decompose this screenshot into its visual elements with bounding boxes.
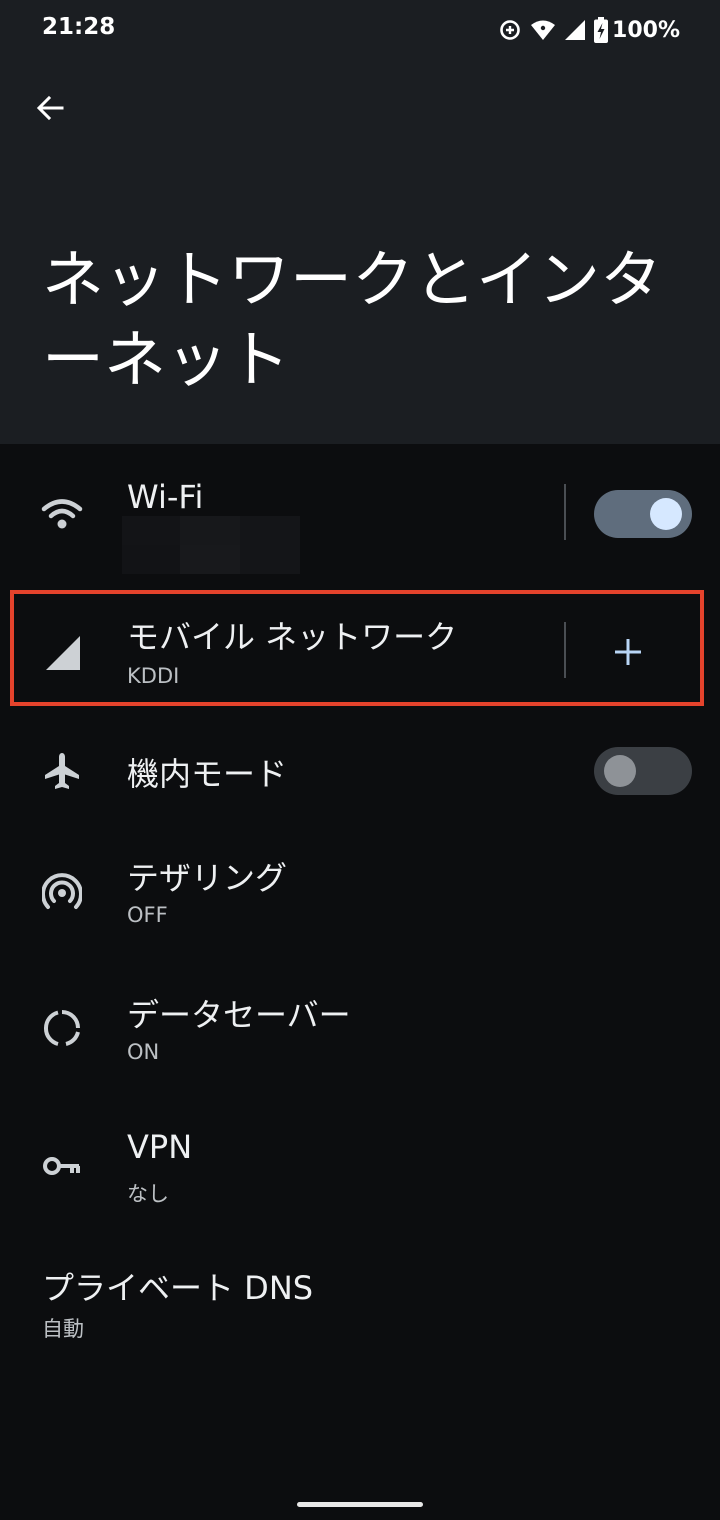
wifi-toggle[interactable]	[594, 490, 692, 538]
airplane-mode-title: 機内モード	[127, 755, 288, 793]
private-dns-row[interactable]: プライベート DNS 自動	[0, 1255, 720, 1360]
airplane-icon	[40, 749, 84, 793]
data-saver-icon	[500, 20, 520, 40]
plus-icon	[615, 639, 641, 665]
vpn-title: VPN	[127, 1128, 193, 1166]
wifi-divider	[564, 484, 566, 540]
status-icons: 100%	[490, 14, 680, 46]
mobile-network-carrier: KDDI	[127, 664, 180, 688]
mobile-divider	[564, 622, 566, 678]
mobile-network-title: モバイル ネットワーク	[127, 618, 458, 656]
battery-percent: 100%	[612, 17, 680, 43]
private-dns-status: 自動	[42, 1317, 84, 1341]
data-saver-status: ON	[127, 1040, 160, 1064]
battery-charging-icon	[594, 17, 609, 43]
wifi-signal-icon	[531, 20, 556, 40]
add-mobile-network-button[interactable]	[598, 622, 658, 682]
airplane-mode-toggle[interactable]	[594, 747, 692, 795]
vpn-status: なし	[127, 1182, 169, 1206]
header: 21:28 100% ネットワークとインターネット	[0, 0, 720, 444]
wifi-row[interactable]: Wi-Fi	[0, 470, 720, 580]
data-saver-row[interactable]: データセーバー ON	[0, 982, 720, 1087]
cell-signal-icon	[565, 20, 586, 40]
navigation-handle[interactable]	[297, 1502, 423, 1507]
status-bar: 21:28 100%	[0, 0, 720, 60]
cell-signal-icon	[40, 630, 84, 674]
arrow-left-icon	[36, 95, 64, 121]
tethering-status: OFF	[127, 903, 168, 927]
wifi-network-redacted	[122, 516, 300, 574]
page-title: ネットワークとインターネット	[42, 243, 663, 396]
private-dns-title: プライベート DNS	[42, 1269, 314, 1307]
wifi-icon	[40, 492, 84, 536]
status-time: 21:28	[42, 14, 116, 40]
vpn-row[interactable]: VPN なし	[0, 1120, 720, 1225]
back-button[interactable]	[22, 80, 78, 136]
key-icon	[40, 1144, 84, 1188]
hotspot-icon	[40, 869, 84, 913]
tethering-title: テザリング	[127, 859, 288, 897]
settings-screen: 21:28 100% ネットワークとインターネット Wi-Fi モバイル ネット…	[0, 0, 720, 1520]
wifi-title: Wi-Fi	[127, 478, 204, 516]
airplane-toggle-knob	[604, 755, 636, 787]
wifi-toggle-knob	[650, 498, 682, 530]
data-saver-icon	[40, 1006, 84, 1050]
airplane-mode-row[interactable]: 機内モード	[0, 725, 720, 820]
tethering-row[interactable]: テザリング OFF	[0, 845, 720, 950]
data-saver-title: データセーバー	[127, 996, 351, 1034]
